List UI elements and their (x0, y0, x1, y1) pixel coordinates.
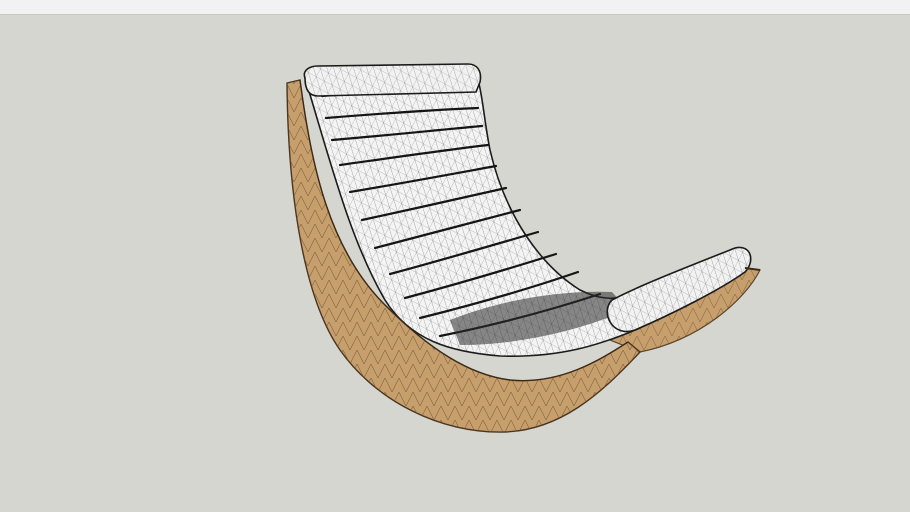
window-top-strip (0, 0, 910, 15)
chair-model-render (286, 63, 761, 433)
3d-model-viewport[interactable] (0, 15, 910, 512)
